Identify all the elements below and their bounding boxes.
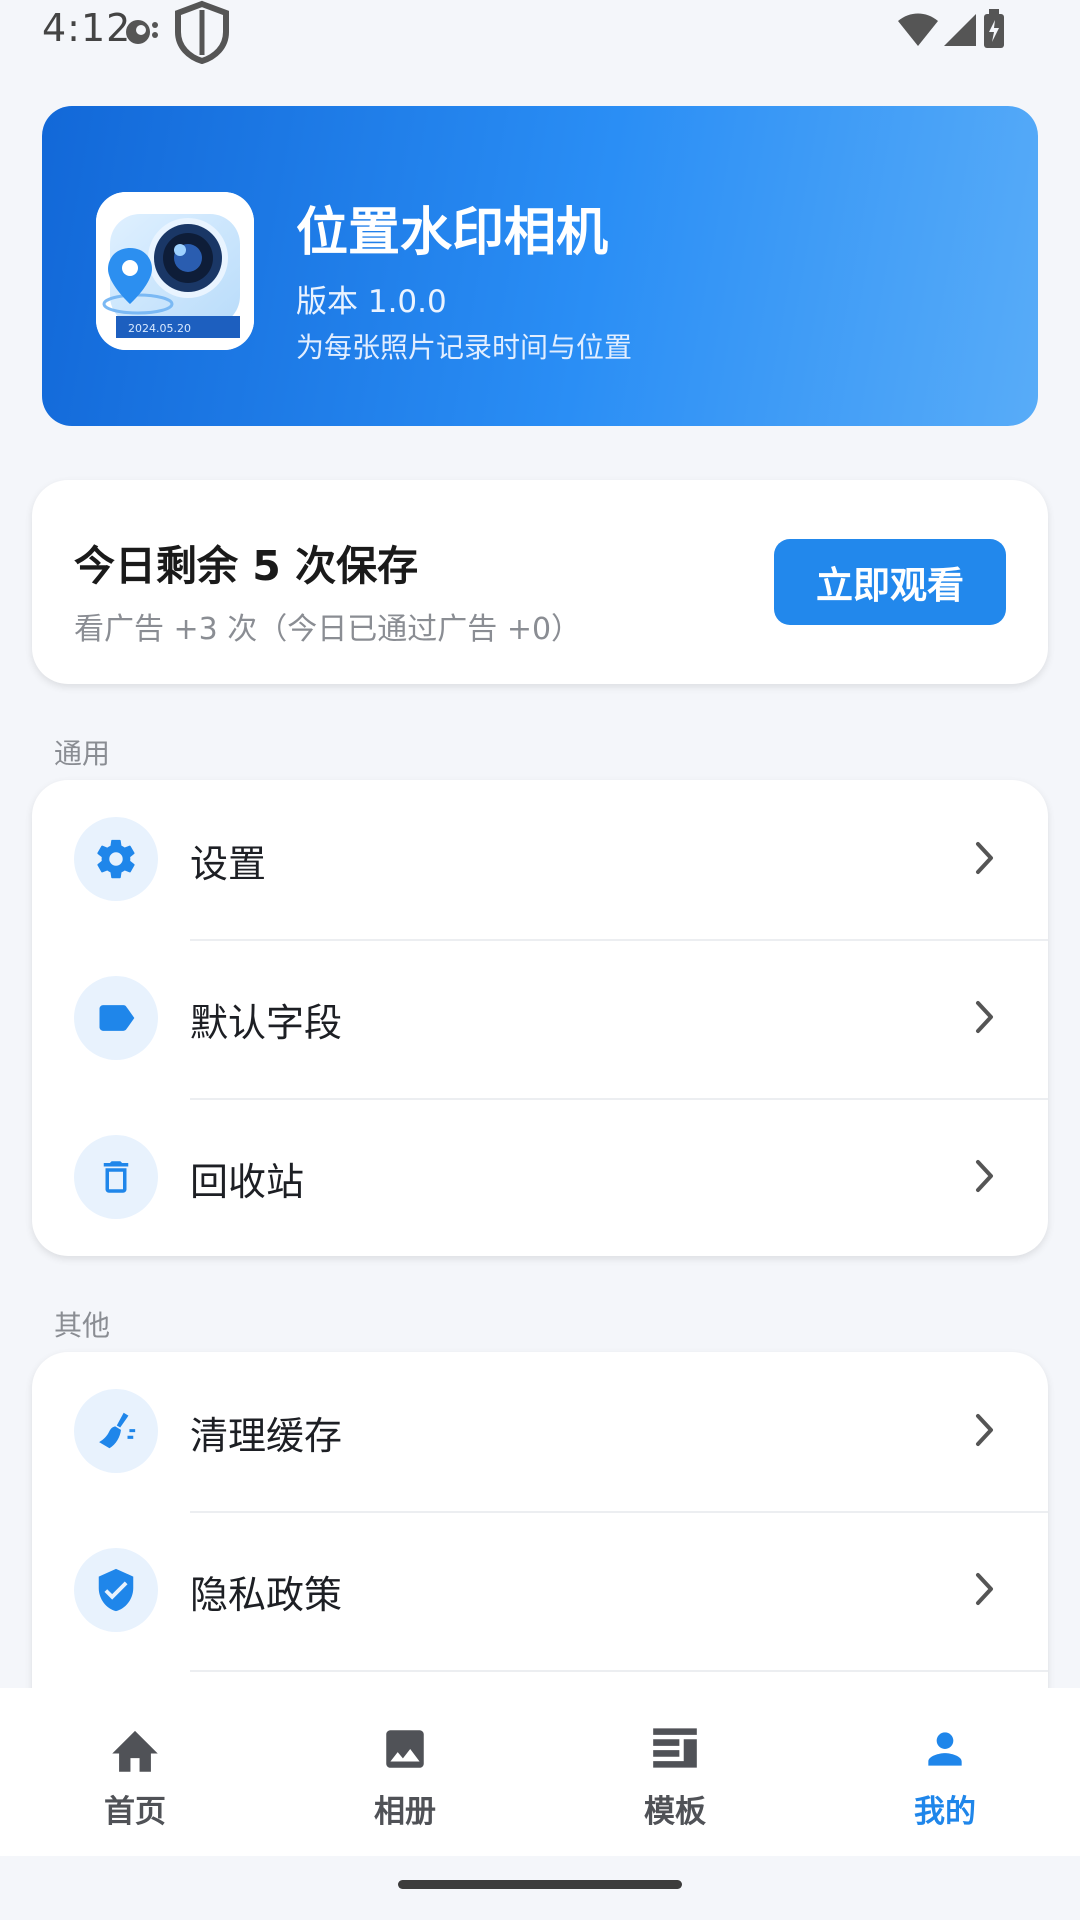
menu-label-settings: 设置 [190,842,267,886]
nav-label-home: 首页 [104,1794,166,1830]
gesture-handle[interactable] [398,1880,682,1889]
status-bar: 4:12 [0,0,1080,66]
home-icon [112,1730,158,1772]
shield-check-icon [98,1568,134,1612]
broom-icon [99,1412,136,1449]
menu-label-clear-cache: 清理缓存 [190,1414,343,1458]
chevron-right-icon [976,1414,993,1446]
section-label-general: 通用 [54,737,111,770]
menu-item-settings[interactable]: 设置 [32,780,1048,939]
person-icon [928,1732,962,1766]
status-time: 4:12 [42,6,132,50]
menu-item-clear-cache[interactable]: 清理缓存 [32,1352,1048,1511]
image-icon [386,1730,424,1768]
nav-label-templates: 模板 [644,1794,706,1830]
nav-label-mine: 我的 [914,1794,976,1830]
chevron-right-icon [976,1001,993,1033]
chevron-right-icon [976,1160,993,1192]
wifi-icon [898,13,938,46]
quota-title: 今日剩余 5 次保存 [74,542,419,590]
menu-item-recycle-bin[interactable]: 回收站 [32,1098,1048,1256]
logo-caption: 2024.05.20 [128,322,191,335]
watch-ad-button[interactable]: 立即观看 [774,539,1006,625]
trash-icon [103,1161,129,1193]
nav-item-album[interactable]: 相册 [270,1688,540,1856]
privacy-policy-icon-badge [74,1548,158,1632]
app-version: 版本 1.0.0 [296,284,447,320]
app-logo: 2024.05.20 [96,192,254,350]
settings-icon-badge [74,817,158,901]
nav-item-mine[interactable]: 我的 [810,1688,1080,1856]
app-name: 位置水印相机 [296,203,609,263]
nav-item-templates[interactable]: 模板 [540,1688,810,1856]
menu-label-default-fields: 默认字段 [190,1001,343,1045]
camera-location-logo: 2024.05.20 [96,192,254,350]
chevron-right-icon [976,1573,993,1605]
signal-icon [944,14,976,46]
chevron-right-icon [976,842,993,874]
notification-icon [126,20,158,44]
app-info-card: 2024.05.20 位置水印相机 版本 1.0.0 为每张照片记录时间与位置 [42,106,1038,426]
quota-subtitle: 看广告 +3 次（今日已通过广告 +0） [74,612,582,647]
profile-screen: 4:12 2024.05.20 位置水印相机 版本 1.0.0 为每张照片记录时… [0,0,1080,1920]
menu-item-default-fields[interactable]: 默认字段 [32,939,1048,1098]
clear-cache-icon-badge [74,1389,158,1473]
recycle-bin-icon-badge [74,1135,158,1219]
general-menu-card: 设置 默认字段 回收站 [32,780,1048,1256]
default-fields-icon-badge [74,976,158,1060]
tag-icon [99,1005,135,1031]
gear-icon [97,839,135,879]
menu-label-recycle-bin: 回收站 [190,1160,305,1204]
app-tagline: 为每张照片记录时间与位置 [296,331,633,364]
shield-icon [175,0,229,64]
menu-label-privacy-policy: 隐私政策 [190,1573,343,1617]
nav-label-album: 相册 [374,1794,436,1830]
nav-item-home[interactable]: 首页 [0,1688,270,1856]
menu-item-privacy-policy[interactable]: 隐私政策 [32,1511,1048,1670]
save-quota-card: 今日剩余 5 次保存 看广告 +3 次（今日已通过广告 +0） 立即观看 [32,480,1048,684]
bottom-nav: 首页 相册 模板 我的 [0,1688,1080,1856]
section-label-other: 其他 [54,1309,111,1342]
battery-charging-icon [984,9,1004,48]
template-icon [653,1728,697,1768]
